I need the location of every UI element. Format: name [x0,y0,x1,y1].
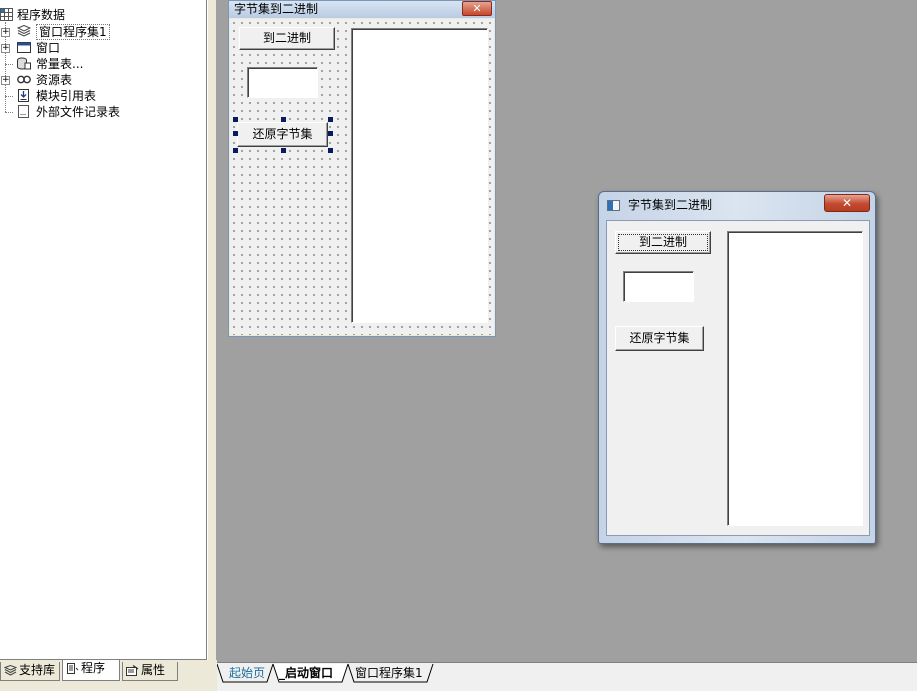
doc-tab-startup-window[interactable]: _启动窗口 [279,664,333,683]
selection-handle[interactable] [233,148,238,153]
tree-line [5,96,13,97]
designer-titlebar[interactable]: 字节集到二进制 ✕ [229,1,495,18]
selection-handle[interactable] [281,148,286,153]
tree-line [5,64,13,65]
project-tree-panel[interactable]: 程序数据 + 窗口程序集1 + 窗口 常量表... + 资源表 模块引用表 外部… [0,0,207,660]
tree-item-label: 外部文件记录表 [36,105,121,119]
doc-tab-start-page[interactable]: 起始页 [229,664,265,683]
running-form-window[interactable]: 字节集到二进制 ✕ 到二进制 还原字节集 [598,191,876,544]
document-tabs: 起始页 _启动窗口 窗口程序集1 [217,662,917,691]
selection-handle[interactable] [281,117,286,122]
tree-line [5,112,13,113]
layers-icon [17,25,31,37]
grid-icon [0,8,13,21]
layers-icon [4,665,17,676]
panel-splitter[interactable] [207,0,217,662]
database-icon [17,57,31,70]
designer-restore-button[interactable]: 还原字节集 [237,122,328,147]
left-panel-tabs: 支持库 程序 属性 [0,660,217,691]
doc-tab-window-assembly[interactable]: 窗口程序集1 [355,664,423,683]
runform-title: 字节集到二进制 [628,198,713,212]
designer-client-area[interactable]: 到二进制 还原字节集 [230,19,494,335]
runform-client-area: 到二进制 还原字节集 [606,220,870,536]
window-icon [17,42,31,53]
tab-properties[interactable]: 属性 [122,662,178,681]
file-icon [18,105,29,118]
expand-plus-icon[interactable]: + [1,76,10,85]
designer-close-button[interactable]: ✕ [462,1,492,16]
tab-label: 支持库 [19,663,56,677]
runform-close-button[interactable]: ✕ [824,194,870,212]
runform-output-box[interactable] [727,231,863,526]
properties-icon [126,665,139,676]
designer-text-input[interactable] [247,67,318,98]
designer-output-box[interactable] [351,28,488,323]
selection-handle[interactable] [233,117,238,122]
tree-item-label: 窗口程序集1 [36,24,110,40]
tree-item-label: 窗口 [36,41,61,55]
selection-handle[interactable] [328,117,333,122]
tree-root-label: 程序数据 [17,8,66,22]
tree-item-label: 资源表 [36,73,73,87]
resource-icon [17,75,31,84]
tree-item-label: 模块引用表 [36,89,97,103]
form-designer[interactable]: 字节集到二进制 ✕ 到二进制 还原字节集 [228,0,496,337]
module-icon [18,89,29,102]
tab-support-library[interactable]: 支持库 [0,662,60,681]
tree-item-label: 常量表... [36,57,84,71]
designer-to-binary-button[interactable]: 到二进制 [239,27,335,50]
tab-program[interactable]: 程序 [62,660,120,681]
designer-title: 字节集到二进制 [234,2,319,16]
selection-handle[interactable] [328,148,333,153]
expand-plus-icon[interactable]: + [1,44,10,53]
program-icon [67,663,79,674]
selection-handle[interactable] [233,131,238,136]
expand-plus-icon[interactable]: + [1,28,10,37]
tab-label: 程序 [81,661,106,675]
tab-label: 属性 [141,663,166,677]
runform-restore-button[interactable]: 还原字节集 [615,326,704,351]
runform-text-input[interactable] [623,271,694,302]
runform-to-binary-button[interactable]: 到二进制 [615,231,711,254]
app-window-icon [607,200,620,211]
selection-handle[interactable] [328,131,333,136]
